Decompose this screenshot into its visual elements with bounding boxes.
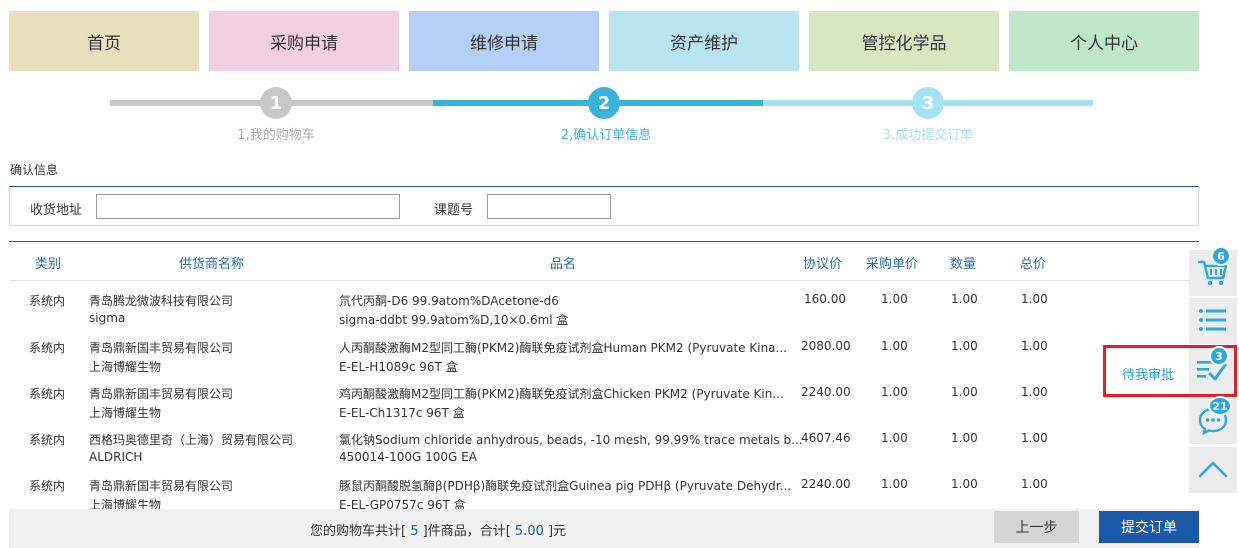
nav-tab-label: 个人中心 bbox=[1070, 33, 1138, 54]
cell-unit-price: 1.00 bbox=[881, 477, 908, 491]
cell-spec: E-EL-H1089c 96T 盒 bbox=[339, 360, 458, 374]
nav-tab-chemicals[interactable]: 管控化学品 bbox=[809, 11, 999, 71]
cell-unit-price: 1.00 bbox=[881, 385, 908, 399]
cell-quantity: 1.00 bbox=[951, 431, 978, 445]
cell-supplier: 青岛鼎新国丰贸易有限公司 bbox=[89, 479, 234, 493]
step-circle-1: 1 bbox=[260, 87, 292, 119]
cell-total: 1.00 bbox=[1021, 385, 1048, 399]
cell-product: 氯化钠Sodium chloride anhydrous, beads, -10… bbox=[339, 433, 803, 447]
cell-spec: sigma-ddbt 99.9atom%D,10×0.6ml 盒 bbox=[339, 313, 569, 327]
cell-product: 人丙酮酸激酶M2型同工酶(PKM2)酶联免疫试剂盒Human PKM2 (Pyr… bbox=[339, 341, 787, 355]
cell-quantity: 1.00 bbox=[951, 339, 978, 353]
cell-product: 氘代丙酮-D6 99.9atom%DAcetone-d6 bbox=[339, 294, 559, 308]
cell-total: 1.00 bbox=[1021, 477, 1048, 491]
list-side-button[interactable] bbox=[1189, 298, 1237, 344]
cell-agreed-price: 2240.00 bbox=[801, 477, 851, 491]
address-label: 收货地址 bbox=[30, 203, 83, 218]
cell-quantity: 1.00 bbox=[951, 292, 978, 306]
header-product: 品名 bbox=[550, 257, 577, 272]
cell-category: 系统内 bbox=[29, 387, 66, 401]
cell-quantity: 1.00 bbox=[951, 477, 978, 491]
header-total: 总价 bbox=[1020, 257, 1047, 272]
nav-tab-home[interactable]: 首页 bbox=[9, 11, 199, 71]
chat-badge: 21 bbox=[1208, 396, 1232, 416]
header-category: 类别 bbox=[35, 257, 62, 272]
approve-label[interactable]: 待我审批 bbox=[1122, 364, 1174, 383]
cell-product: 豚鼠丙酮酸脱氢酶β(PDHβ)酶联免疫试剂盒Guinea pig PDHβ (P… bbox=[339, 479, 792, 493]
header-quantity: 数量 bbox=[950, 257, 977, 272]
header-supplier: 供货商名称 bbox=[179, 257, 245, 272]
cart-summary: 您的购物车共计[ 5 ]件商品，合计[ 5.00 ]元 bbox=[310, 520, 566, 539]
header-agreed-price: 协议价 bbox=[803, 257, 843, 272]
cell-agreed-price: 4607.46 bbox=[801, 431, 851, 445]
cell-category: 系统内 bbox=[29, 433, 66, 447]
summary-suffix: ]元 bbox=[548, 524, 567, 539]
nav-tab-label: 首页 bbox=[87, 33, 121, 54]
cell-agreed-price: 160.00 bbox=[804, 292, 846, 306]
cell-total: 1.00 bbox=[1021, 339, 1048, 353]
cell-unit-price: 1.00 bbox=[881, 292, 908, 306]
cell-agreed-price: 2240.00 bbox=[801, 385, 851, 399]
summary-mid: ]件商品，合计[ bbox=[422, 524, 511, 539]
cell-spec: 450014-100G 100G EA bbox=[339, 450, 477, 464]
nav-tab-repair[interactable]: 维修申请 bbox=[409, 11, 599, 71]
cell-total: 1.00 bbox=[1021, 431, 1048, 445]
cell-total: 1.00 bbox=[1021, 292, 1048, 306]
step-label-3: 3,成功提交订单 bbox=[882, 128, 974, 143]
address-input[interactable] bbox=[96, 194, 400, 219]
project-input[interactable] bbox=[487, 194, 611, 219]
cell-brand: 上海博耀生物 bbox=[89, 406, 162, 420]
cell-supplier: 青岛腾龙微波科技有限公司 bbox=[89, 294, 234, 308]
cell-brand: sigma bbox=[89, 311, 126, 325]
cell-category: 系统内 bbox=[29, 341, 66, 355]
nav-tab-assets[interactable]: 资产维护 bbox=[609, 11, 799, 71]
step-label-1: 1,我的购物车 bbox=[237, 128, 315, 143]
chevron-up-icon bbox=[1197, 459, 1229, 482]
cell-unit-price: 1.00 bbox=[881, 339, 908, 353]
project-label: 课题号 bbox=[434, 203, 474, 218]
cell-supplier: 西格玛奥德里奇（上海）贸易有限公司 bbox=[89, 433, 294, 447]
cell-spec: E-EL-Ch1317c 96T 盒 bbox=[339, 406, 465, 420]
nav-tab-label: 采购申请 bbox=[270, 33, 338, 54]
nav-tab-personal[interactable]: 个人中心 bbox=[1009, 11, 1199, 71]
summary-prefix: 您的购物车共计[ bbox=[310, 524, 407, 539]
prev-step-button[interactable]: 上一步 bbox=[994, 511, 1079, 543]
cell-quantity: 1.00 bbox=[951, 385, 978, 399]
submit-order-button[interactable]: 提交订单 bbox=[1099, 511, 1199, 543]
table-head-line bbox=[9, 280, 1199, 281]
cell-supplier: 青岛鼎新国丰贸易有限公司 bbox=[89, 341, 234, 355]
item-count: 5 bbox=[406, 524, 423, 539]
cell-category: 系统内 bbox=[29, 294, 66, 308]
header-unit-price: 采购单价 bbox=[866, 257, 919, 272]
cell-brand: ALDRICH bbox=[89, 450, 143, 464]
nav-tab-label: 管控化学品 bbox=[861, 33, 947, 54]
cell-unit-price: 1.00 bbox=[881, 431, 908, 445]
cell-category: 系统内 bbox=[29, 479, 66, 493]
nav-tab-label: 资产维护 bbox=[670, 33, 738, 54]
cell-agreed-price: 2080.00 bbox=[801, 339, 851, 353]
approve-badge: 3 bbox=[1209, 346, 1229, 366]
list-icon bbox=[1198, 307, 1228, 336]
step-circle-2: 2 bbox=[588, 87, 620, 119]
nav-tab-label: 维修申请 bbox=[470, 33, 538, 54]
total-amount: 5.00 bbox=[510, 524, 548, 539]
cell-brand: 上海博耀生物 bbox=[89, 360, 162, 374]
cell-product: 鸡丙酮酸激酶M2型同工酶(PKM2)酶联免疫试剂盒Chicken PKM2 (P… bbox=[339, 387, 784, 401]
step-circle-3: 3 bbox=[912, 87, 944, 119]
back-to-top-button[interactable] bbox=[1189, 447, 1237, 493]
cell-supplier: 青岛鼎新国丰贸易有限公司 bbox=[89, 387, 234, 401]
step-label-2: 2,确认订单信息 bbox=[560, 128, 652, 143]
table-top-border bbox=[9, 241, 1199, 242]
section-title: 确认信息 bbox=[10, 163, 59, 177]
nav-tab-purchase[interactable]: 采购申请 bbox=[209, 11, 399, 71]
cart-badge: 6 bbox=[1211, 246, 1231, 266]
